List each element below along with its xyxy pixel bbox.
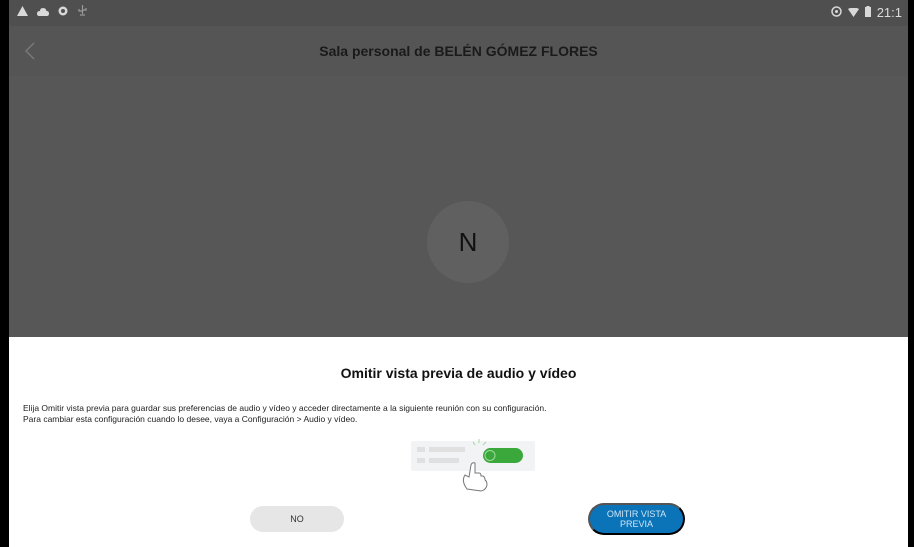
battery-icon xyxy=(864,5,871,20)
dialog-description-line-1: Elija Omitir vista previa para guardar s… xyxy=(23,403,547,413)
sync-icon xyxy=(830,5,842,20)
app-bar: Sala personal de BELÉN GÓMEZ FLORES xyxy=(9,26,908,76)
screen: 21:1 Sala personal de BELÉN GÓMEZ FLORES… xyxy=(0,0,914,547)
wifi-icon xyxy=(847,5,859,20)
record-icon xyxy=(58,4,68,19)
left-border xyxy=(0,0,9,547)
video-preview-area: N xyxy=(9,76,908,337)
skip-preview-dialog: Omitir vista previa de audio y vídeo Eli… xyxy=(9,337,908,547)
status-left-icons xyxy=(17,4,88,19)
toggle-illustration xyxy=(407,437,537,492)
avatar: N xyxy=(427,201,509,283)
usb-icon xyxy=(77,4,88,19)
skip-preview-button[interactable]: OMITIR VISTA PREVIA xyxy=(588,503,685,535)
dialog-title: Omitir vista previa de audio y vídeo xyxy=(340,365,577,381)
dialog-description: Elija Omitir vista previa para guardar s… xyxy=(23,403,883,425)
warning-icon xyxy=(17,4,28,19)
no-button[interactable]: NO xyxy=(250,506,344,532)
cloud-icon xyxy=(37,4,49,19)
page-title: Sala personal de BELÉN GÓMEZ FLORES xyxy=(319,43,598,59)
dialog-description-line-2: Para cambiar esta configuración cuando l… xyxy=(23,414,358,424)
status-bar: 21:1 xyxy=(9,0,908,26)
status-right-icons: 21:1 xyxy=(830,5,902,20)
toggle-illustration-icon xyxy=(411,439,535,492)
status-time: 21:1 xyxy=(876,5,902,20)
right-border xyxy=(908,0,914,547)
